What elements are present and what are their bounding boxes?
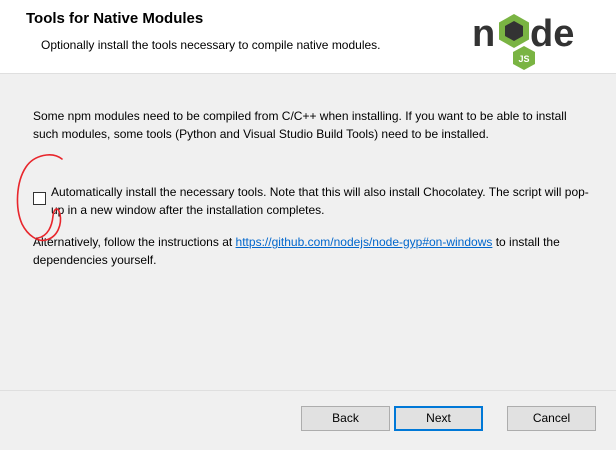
back-button[interactable]: Back <box>301 406 390 431</box>
logo-letters-de: de <box>530 13 574 55</box>
auto-install-label[interactable]: Automatically install the necessary tool… <box>51 183 593 219</box>
node-gyp-link[interactable]: https://github.com/nodejs/node-gyp#on-wi… <box>236 235 493 249</box>
header-banner: Tools for Native Modules Optionally inst… <box>0 0 616 74</box>
logo-js-text: JS <box>518 54 529 64</box>
installer-window: Tools for Native Modules Optionally inst… <box>0 0 616 450</box>
footer-divider <box>0 390 616 391</box>
cancel-button[interactable]: Cancel <box>507 406 596 431</box>
nodejs-logo: n de JS <box>472 13 574 70</box>
alternative-prefix: Alternatively, follow the instructions a… <box>33 235 236 249</box>
next-button[interactable]: Next <box>394 406 483 431</box>
auto-install-checkbox[interactable] <box>33 192 46 205</box>
page-subtitle: Optionally install the tools necessary t… <box>41 38 381 52</box>
page-title: Tools for Native Modules <box>26 10 204 27</box>
intro-text: Some npm modules need to be compiled fro… <box>33 109 567 141</box>
logo-letter-n: n <box>472 13 495 55</box>
alternative-text: Alternatively, follow the instructions a… <box>33 233 593 269</box>
